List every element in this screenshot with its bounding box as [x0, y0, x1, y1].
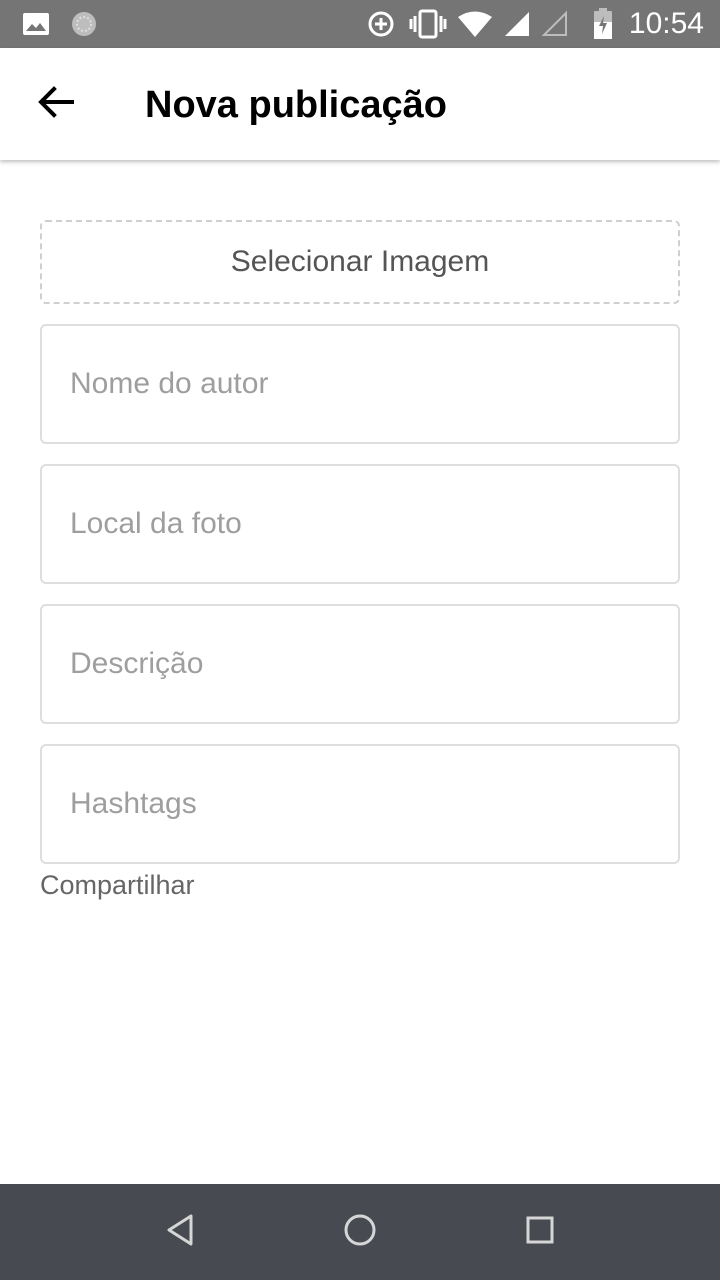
- hashtags-input[interactable]: [42, 746, 678, 862]
- nav-back-button[interactable]: [148, 1200, 212, 1264]
- vibrate-icon: [408, 9, 448, 39]
- image-icon: [20, 10, 52, 38]
- page-title: Nova publicação: [145, 84, 447, 126]
- battery-icon: [590, 8, 616, 39]
- arrow-back-icon: [38, 85, 74, 123]
- nav-recents-button[interactable]: [508, 1200, 572, 1264]
- author-name-input[interactable]: [42, 326, 678, 442]
- signal-empty-icon: [540, 10, 570, 38]
- system-nav-bar: [0, 1184, 720, 1280]
- status-bar: 10:54: [0, 0, 720, 48]
- app-bar: Nova publicação: [0, 48, 720, 160]
- share-button[interactable]: Compartilhar: [40, 868, 195, 902]
- wifi-icon: [456, 10, 494, 38]
- signal-icon: [502, 10, 532, 38]
- description-field-box: [40, 604, 680, 724]
- sync-icon: [68, 10, 100, 38]
- nav-recents-icon: [525, 1215, 555, 1250]
- select-image-button[interactable]: Selecionar Imagem: [40, 220, 680, 304]
- data-saver-icon: [364, 10, 398, 38]
- hashtags-field-box: [40, 744, 680, 864]
- nav-home-icon: [343, 1213, 377, 1252]
- photo-location-input[interactable]: [42, 466, 678, 582]
- nav-back-icon: [165, 1213, 195, 1252]
- status-time: 10:54: [628, 7, 704, 40]
- description-input[interactable]: [42, 606, 678, 722]
- back-button[interactable]: [24, 72, 88, 136]
- nav-home-button[interactable]: [328, 1200, 392, 1264]
- location-field-box: [40, 464, 680, 584]
- author-field-box: [40, 324, 680, 444]
